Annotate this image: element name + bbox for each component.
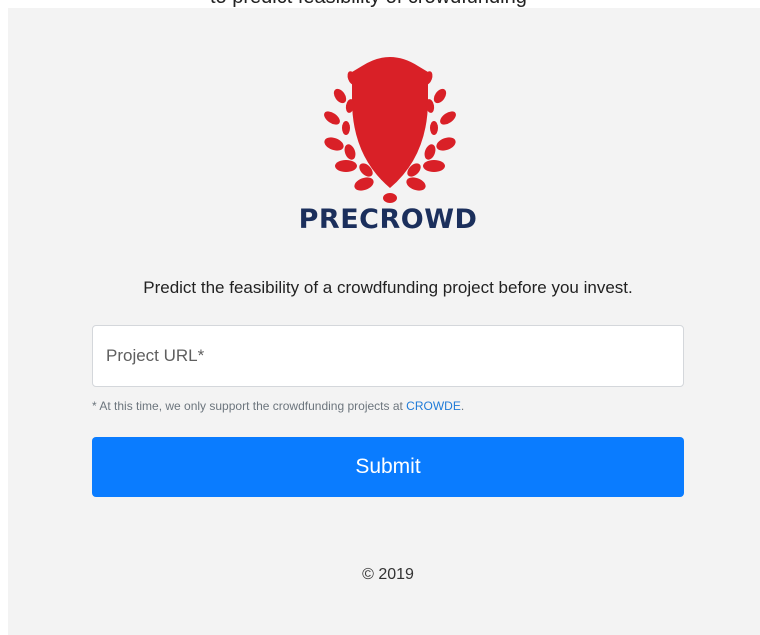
cropped-header-text: to predict feasibility of crowdfunding xyxy=(210,0,527,8)
support-note-suffix: . xyxy=(460,399,465,413)
shield-laurel-icon xyxy=(324,57,456,203)
copyright-footer: © 2019 xyxy=(362,566,414,583)
support-note-prefix: * At this time, we only support the crow… xyxy=(92,399,407,413)
top-cropped-text-strip: to predict feasibility of crowdfunding xyxy=(0,0,760,8)
brand-name: PRECROWD xyxy=(298,204,478,235)
submit-button[interactable]: Submit xyxy=(92,437,684,497)
crowde-link[interactable]: CROWDE xyxy=(406,399,461,413)
tagline: Predict the feasibility of a crowdfundin… xyxy=(143,278,633,297)
support-note: * At this time, we only support the crow… xyxy=(92,399,464,413)
project-url-input[interactable] xyxy=(92,325,684,387)
main-panel: PRECROWD Predict the feasibility of a cr… xyxy=(8,8,760,635)
